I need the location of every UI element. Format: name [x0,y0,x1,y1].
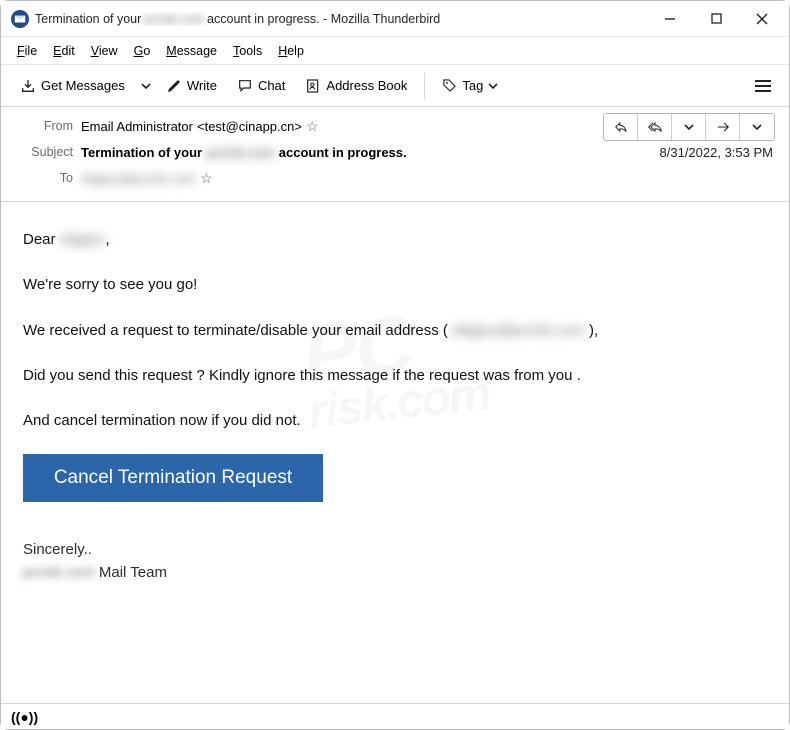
window-title: Termination of your pcrisk.com account i… [35,12,647,26]
menubar: File Edit View Go Message Tools Help [1,37,789,65]
subject-label: Subject [15,145,73,159]
statusbar: ((●)) [1,703,789,729]
star-icon[interactable]: ☆ [306,118,319,135]
pencil-icon [167,78,182,93]
star-icon[interactable]: ☆ [200,170,213,187]
menu-help[interactable]: Help [270,40,312,62]
minimize-button[interactable] [647,3,693,35]
reply-dropdown[interactable] [672,114,706,140]
tag-icon [442,78,457,93]
chevron-down-icon [488,81,498,91]
to-label: To [15,171,73,185]
menu-tools[interactable]: Tools [225,40,270,62]
subject-value: Termination of your pcrisk.com account i… [81,145,407,160]
download-icon [20,78,36,94]
menu-edit[interactable]: Edit [45,40,83,62]
tag-button[interactable]: Tag [433,72,507,99]
get-messages-dropdown[interactable] [136,75,156,97]
reply-all-button[interactable] [638,114,672,140]
menu-view[interactable]: View [83,40,126,62]
reply-button[interactable] [604,114,638,140]
menu-message[interactable]: Message [158,40,225,62]
from-label: From [15,119,73,133]
from-value[interactable]: Email Administrator <test@cinapp.cn> ☆ [81,118,319,135]
signature: Sincerely.. pcrisk.com Mail Team [23,538,767,585]
message-header: From Email Administrator <test@cinapp.cn… [1,107,789,202]
para-2: We received a request to terminate/disab… [23,319,767,342]
app-menu-button[interactable] [747,74,779,98]
toolbar: Get Messages Write Chat Address Book Tag [1,65,789,107]
chat-button[interactable]: Chat [228,72,294,100]
write-label: Write [187,78,217,93]
window-titlebar: Termination of your pcrisk.com account i… [1,1,789,37]
para-4: And cancel termination now if you did no… [23,409,767,432]
toolbar-separator [424,73,425,99]
tag-label: Tag [462,78,483,93]
forward-button[interactable] [706,114,740,140]
address-book-icon [305,78,321,94]
get-messages-label: Get Messages [41,78,125,93]
close-button[interactable] [739,3,785,35]
message-date: 8/31/2022, 3:53 PM [660,145,773,160]
app-icon [11,10,29,28]
cancel-termination-button[interactable]: Cancel Termination Request [23,454,323,502]
menu-file[interactable]: File [9,40,45,62]
get-messages-button[interactable]: Get Messages [11,72,134,100]
para-3: Did you send this request ? Kindly ignor… [23,364,767,387]
chat-icon [237,78,253,94]
message-body: Dear eligijus, We're sorry to see you go… [1,202,789,611]
more-actions-dropdown[interactable] [740,114,774,140]
maximize-button[interactable] [693,3,739,35]
activity-icon[interactable]: ((●)) [11,709,38,725]
para-1: We're sorry to see you go! [23,273,767,296]
address-book-label: Address Book [326,78,407,93]
greeting: Dear eligijus, [23,228,767,251]
to-value[interactable]: eligijus@pcrisk.com ☆ [81,170,213,187]
write-button[interactable]: Write [158,72,226,99]
menu-go[interactable]: Go [126,40,159,62]
address-book-button[interactable]: Address Book [296,72,416,100]
chat-label: Chat [258,78,285,93]
reply-toolbar [603,113,775,141]
